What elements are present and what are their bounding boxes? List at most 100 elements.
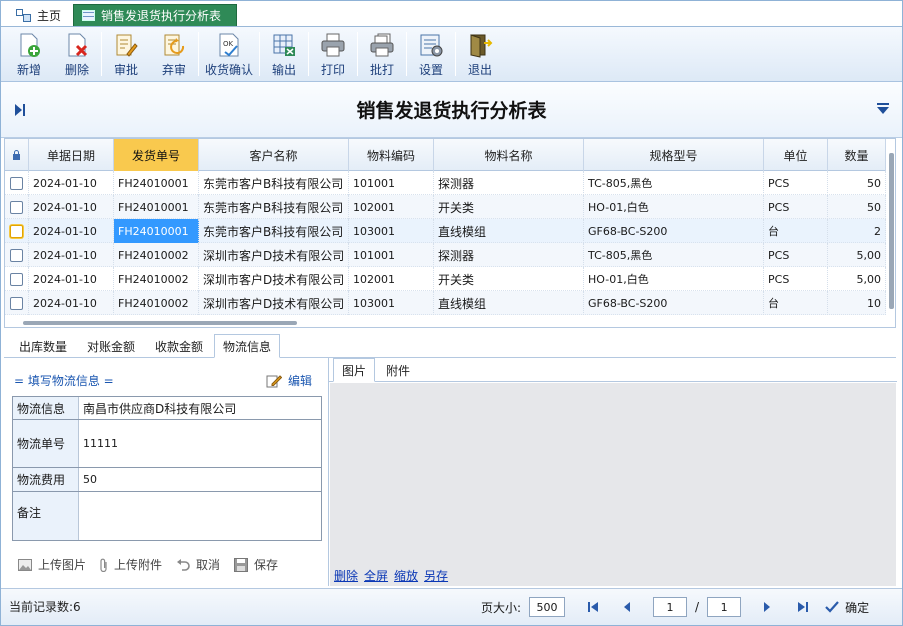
logistics-company-field[interactable]: 南昌市供应商D科技有限公司 (79, 397, 321, 419)
tab-receipt-amount[interactable]: 收款金额 (146, 334, 212, 358)
row-checkbox[interactable] (5, 219, 29, 243)
column-header-spec[interactable]: 规格型号 (584, 139, 764, 171)
current-page-input[interactable]: 1 (653, 597, 688, 617)
settings-icon (420, 34, 443, 57)
print-icon (321, 33, 345, 57)
cell-customer: 东莞市客户B科技有限公司 (199, 219, 349, 243)
cell-unit: PCS (764, 267, 828, 291)
home-icon (15, 8, 31, 22)
export-button-label: 输出 (271, 63, 296, 77)
status-bar: 当前记录数:6 页大小: 500 1 / 1 确定 (1, 588, 902, 625)
logistics-panel: = 填写物流信息 = 编辑 物流信息 南昌市供应商D科技有限公司 物流单号 11… (4, 358, 326, 586)
batch-print-button[interactable]: 批打 (358, 27, 406, 81)
page-title: 销售发退货执行分析表 (356, 100, 547, 122)
add-button-label: 新增 (16, 63, 41, 77)
image-zoom-link[interactable]: 缩放 (394, 567, 418, 584)
column-header-material-code[interactable]: 物料编码 (349, 139, 434, 171)
export-button[interactable]: 输出 (260, 27, 308, 81)
record-count: 当前记录数:6 (9, 600, 81, 614)
image-preview-area[interactable]: 删除 全屏 缩放 另存 (330, 383, 896, 586)
table-row[interactable]: 2024-01-10 FH24010002 深圳市客户D技术有限公司 10300… (5, 291, 886, 315)
cell-date: 2024-01-10 (29, 219, 114, 243)
collapse-down-icon[interactable] (876, 102, 890, 116)
cell-delivery-no: FH24010001 (114, 195, 199, 219)
column-header-quantity[interactable]: 数量 (828, 139, 886, 171)
next-page-icon[interactable] (759, 599, 775, 615)
print-button[interactable]: 打印 (309, 27, 357, 81)
add-button[interactable]: 新增 (5, 27, 53, 81)
tab-sales-report[interactable]: 销售发退货执行分析表 (73, 4, 237, 26)
edit-button[interactable]: 编辑 (266, 372, 312, 389)
column-header-date[interactable]: 单据日期 (29, 139, 114, 171)
pager: 页大小: 500 1 / 1 确定 (481, 596, 869, 618)
settings-button[interactable]: 设置 (407, 27, 455, 81)
tab-reconcile-amount[interactable]: 对账金额 (78, 334, 144, 358)
remark-field[interactable] (79, 492, 321, 498)
table-row[interactable]: 2024-01-10 FH24010001 东莞市客户B科技有限公司 10200… (5, 195, 886, 219)
prev-page-icon[interactable] (619, 599, 635, 615)
cell-material-code: 103001 (349, 291, 434, 315)
detail-tabs: 出库数量 对账金额 收款金额 物流信息 (4, 334, 896, 358)
tracking-number-field[interactable]: 11111 (79, 420, 321, 467)
tab-home[interactable]: 主页 (7, 4, 69, 26)
approve-button[interactable]: 审批 (102, 27, 150, 81)
cell-delivery-no-focused[interactable]: FH24010001 (114, 219, 199, 243)
cell-date: 2024-01-10 (29, 291, 114, 315)
undo-icon (177, 558, 190, 571)
last-page-icon[interactable] (795, 599, 811, 615)
cancel-button[interactable]: 取消 (176, 556, 220, 573)
approve-icon (116, 34, 138, 57)
column-header-delivery-no[interactable]: 发货单号 (114, 139, 199, 171)
unapprove-button[interactable]: 弃审 (150, 27, 198, 81)
exit-button[interactable]: 退出 (456, 27, 504, 81)
vertical-scrollbar[interactable] (889, 153, 894, 309)
tab-outbound-qty[interactable]: 出库数量 (10, 334, 76, 358)
cell-material-name: 直线模组 (434, 291, 584, 315)
table-row[interactable]: 2024-01-10 FH24010002 深圳市客户D技术有限公司 10100… (5, 243, 886, 267)
row-checkbox[interactable] (5, 171, 29, 195)
image-save-as-link[interactable]: 另存 (424, 567, 448, 584)
delete-doc-icon (68, 33, 88, 57)
row-checkbox[interactable] (5, 291, 29, 315)
cell-material-code: 103001 (349, 219, 434, 243)
field-label: 备注 (13, 492, 79, 540)
row-checkbox[interactable] (5, 243, 29, 267)
image-delete-link[interactable]: 删除 (334, 567, 358, 584)
table-row[interactable]: 2024-01-10 FH24010001 东莞市客户B科技有限公司 10100… (5, 171, 886, 195)
receipt-confirm-button[interactable]: OK 收货确认 (199, 27, 259, 81)
table-row-selected[interactable]: 2024-01-10 FH24010001 东莞市客户B科技有限公司 10300… (5, 219, 886, 243)
tab-attachments[interactable]: 附件 (377, 358, 419, 382)
image-icon (18, 558, 32, 571)
first-page-icon[interactable] (585, 599, 601, 615)
save-icon (234, 557, 249, 572)
column-header-customer[interactable]: 客户名称 (199, 139, 349, 171)
image-fullscreen-link[interactable]: 全屏 (364, 567, 388, 584)
table-row[interactable]: 2024-01-10 FH24010002 深圳市客户D技术有限公司 10200… (5, 267, 886, 291)
horizontal-scrollbar[interactable] (23, 321, 297, 325)
delete-button[interactable]: 删除 (53, 27, 101, 81)
cell-quantity: 5,00 (828, 243, 886, 267)
save-button[interactable]: 保存 (234, 556, 278, 573)
tab-logistics[interactable]: 物流信息 (214, 334, 280, 358)
edit-button-label: 编辑 (288, 374, 313, 388)
column-header-material-name[interactable]: 物料名称 (434, 139, 584, 171)
logistics-fee-field[interactable]: 50 (79, 468, 321, 491)
cell-material-code: 102001 (349, 267, 434, 291)
row-checkbox[interactable] (5, 267, 29, 291)
upload-image-button[interactable]: 上传图片 (18, 556, 86, 573)
print-button-label: 打印 (320, 63, 345, 77)
settings-button-label: 设置 (418, 63, 443, 77)
upload-attachment-button[interactable]: 上传附件 (100, 556, 162, 573)
logistics-section-title: = 填写物流信息 = (14, 374, 114, 388)
upload-image-label: 上传图片 (38, 558, 87, 572)
column-header-unit[interactable]: 单位 (764, 139, 828, 171)
tab-images[interactable]: 图片 (333, 358, 375, 382)
page-size-input[interactable]: 500 (529, 597, 566, 617)
cell-delivery-no: FH24010001 (114, 171, 199, 195)
row-checkbox[interactable] (5, 195, 29, 219)
receipt-confirm-button-label: 收货确认 (204, 63, 253, 77)
confirm-button[interactable]: 确定 (825, 599, 869, 616)
cell-customer: 东莞市客户B科技有限公司 (199, 171, 349, 195)
field-label: 物流信息 (13, 397, 79, 419)
select-all-lock-icon[interactable] (5, 139, 29, 171)
